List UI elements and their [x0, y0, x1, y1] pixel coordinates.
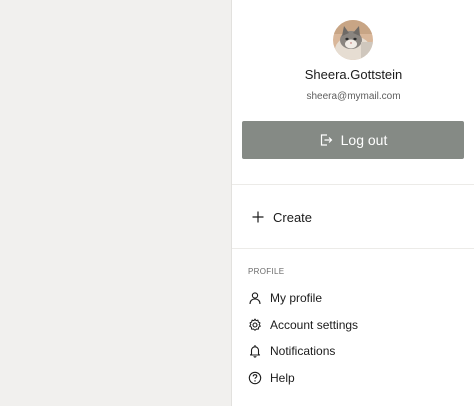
divider: [232, 184, 474, 185]
menu-item-label: Account settings: [270, 318, 359, 332]
plus-icon: [251, 210, 265, 224]
create-button[interactable]: Create: [251, 205, 312, 229]
help-icon: [248, 371, 262, 385]
logout-button[interactable]: Log out: [242, 121, 464, 159]
divider: [232, 248, 474, 249]
menu-item-notifications[interactable]: Notifications: [248, 341, 335, 361]
menu-item-label: Notifications: [270, 344, 336, 358]
user-name: Sheera.Gottstein: [304, 67, 403, 82]
cat-avatar-icon: [333, 20, 373, 60]
create-label: Create: [273, 209, 313, 225]
user-email: sheera@mymail.com: [306, 91, 401, 102]
menu-item-label: Help: [270, 371, 295, 385]
user-avatar: [333, 20, 373, 60]
account-menu-panel: Sheera.Gottstein sheera@mymail.com Log o…: [231, 0, 474, 406]
logout-label: Log out: [340, 132, 388, 148]
menu-item-my-profile[interactable]: My profile: [248, 288, 322, 308]
page-backdrop[interactable]: [0, 0, 231, 406]
bell-icon: [248, 344, 262, 358]
gear-icon: [248, 318, 262, 332]
app-root: Sheera.Gottstein sheera@mymail.com Log o…: [0, 0, 474, 406]
menu-item-help[interactable]: Help: [248, 368, 295, 388]
logout-icon: [319, 133, 333, 147]
person-icon: [248, 291, 262, 305]
profile-section-heading: PROFILE: [248, 267, 285, 276]
menu-item-label: My profile: [270, 291, 323, 305]
menu-item-account-settings[interactable]: Account settings: [248, 315, 358, 335]
